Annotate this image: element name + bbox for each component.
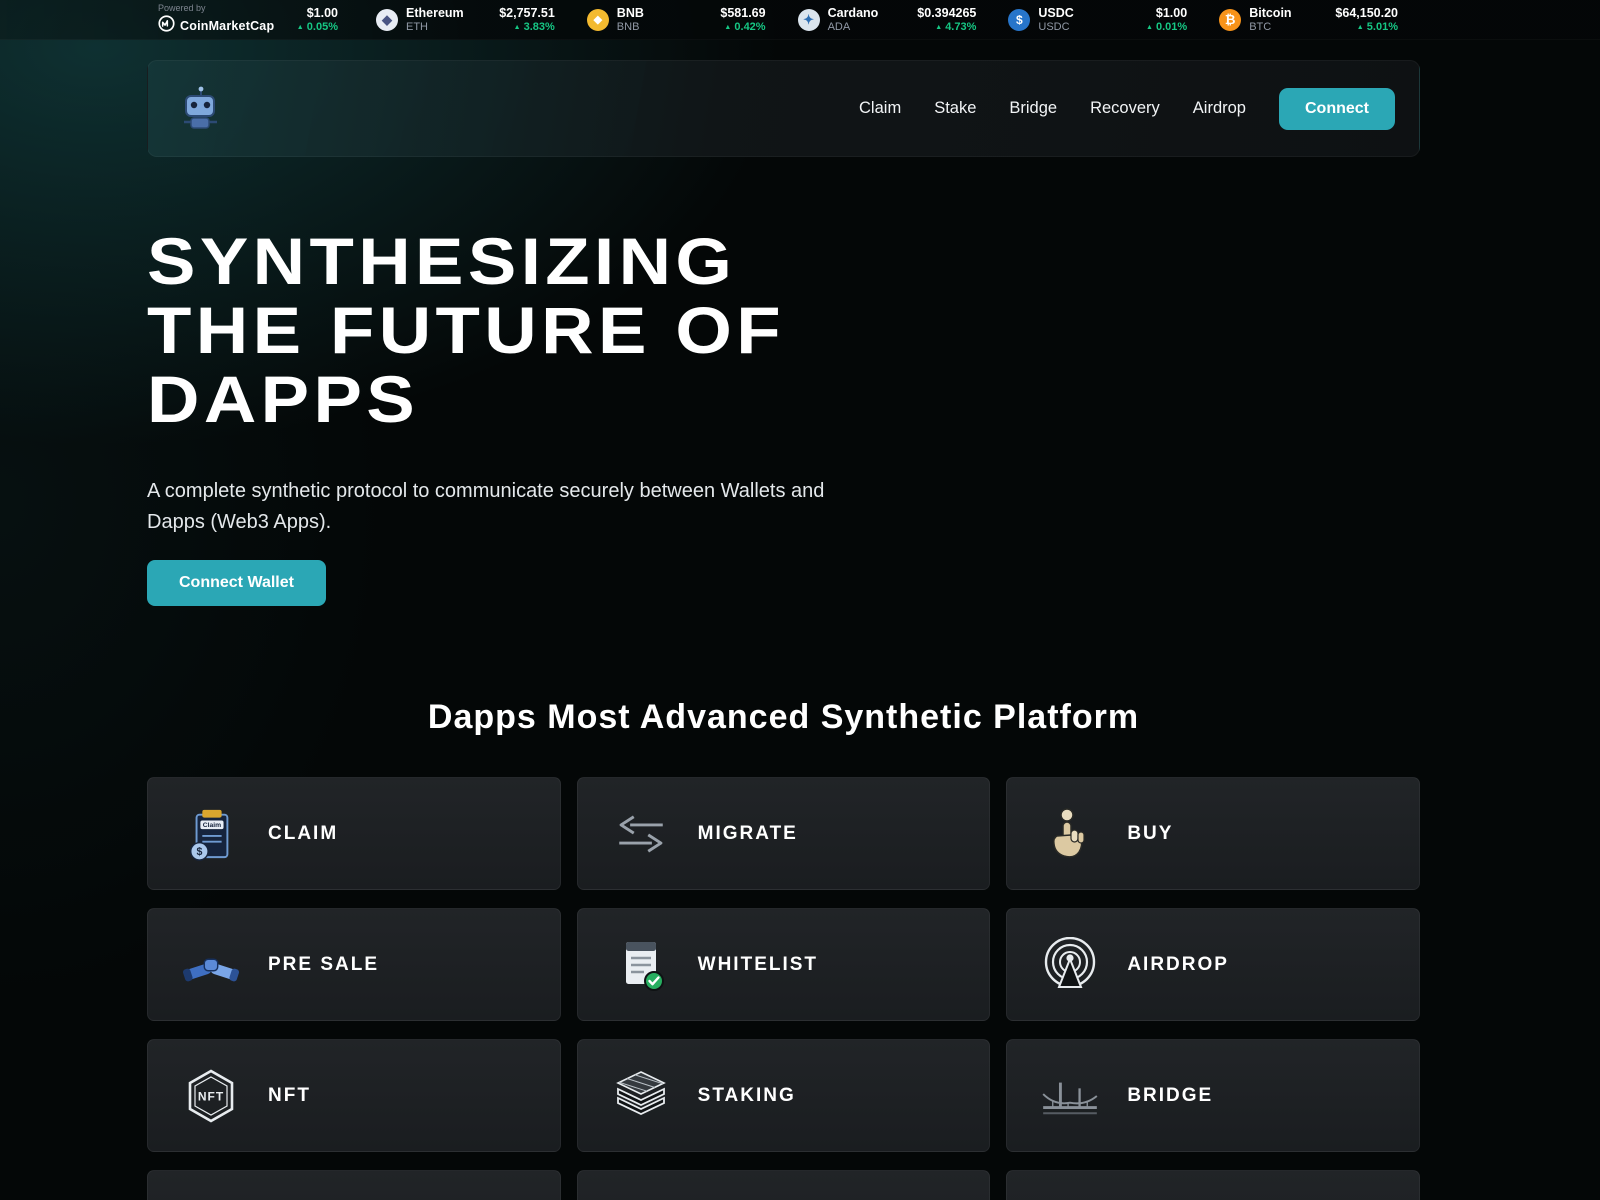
hero-title-line-2: THE FUTURE OF xyxy=(147,296,1547,365)
coin-symbol: BTC xyxy=(1249,21,1291,33)
up-arrow-icon: ▲ xyxy=(297,24,304,31)
platform-card-claim[interactable]: Claim $ CLAIM xyxy=(147,777,561,890)
card-label: NFT xyxy=(268,1085,311,1107)
up-arrow-icon: ▲ xyxy=(1357,24,1364,31)
platform-card-migrate[interactable]: MIGRATE xyxy=(577,777,991,890)
hero-section: SYNTHESIZING THE FUTURE OF DAPPS A compl… xyxy=(147,227,1420,606)
hero-title-line-1: SYNTHESIZING xyxy=(147,227,1547,296)
staking-layers-icon xyxy=(612,1067,670,1125)
coin-name: Cardano xyxy=(828,6,879,20)
card-label: PRE SALE xyxy=(268,954,379,976)
up-arrow-icon: ▲ xyxy=(514,24,521,31)
up-arrow-icon: ▲ xyxy=(935,24,942,31)
connect-button[interactable]: Connect xyxy=(1279,88,1395,130)
coin-change: 0.05% xyxy=(307,21,338,33)
nav-link-recovery[interactable]: Recovery xyxy=(1090,99,1160,118)
platform-card-nft[interactable]: NFT NFT xyxy=(147,1039,561,1152)
ethereum-icon: ◆ xyxy=(376,9,398,31)
up-arrow-icon: ▲ xyxy=(1146,24,1153,31)
nav-link-bridge[interactable]: Bridge xyxy=(1009,99,1057,118)
coin-price: $2,757.51 xyxy=(499,6,555,20)
coin-price: $1.00 xyxy=(1146,6,1187,20)
whitelist-check-document-icon xyxy=(612,936,670,994)
nft-hexagon-icon: NFT xyxy=(182,1067,240,1125)
bnb-icon: ◆ xyxy=(587,9,609,31)
coin-symbol: USDC xyxy=(1038,21,1073,33)
ticker-item-bnb[interactable]: ◆ BNB BNB $581.69 ▲ 0.42% xyxy=(571,0,782,39)
hero-title-line-3: DAPPS xyxy=(147,365,1547,434)
coin-price: $581.69 xyxy=(720,6,765,20)
robot-dapp-logo-icon[interactable] xyxy=(176,84,226,134)
migrate-arrows-icon xyxy=(612,805,670,863)
card-label: STAKING xyxy=(698,1085,796,1107)
nav-link-stake[interactable]: Stake xyxy=(934,99,976,118)
platform-card-staking[interactable]: STAKING xyxy=(577,1039,991,1152)
platform-card-presale[interactable]: PRE SALE xyxy=(147,908,561,1021)
presale-handshake-icon xyxy=(182,936,240,994)
coin-symbol: BNB xyxy=(617,21,644,33)
crypto-ticker-bar: Powered by CoinMarketCap $1.00 ▲ 0.05% ◆… xyxy=(0,0,1600,40)
coin-price: $0.394265 xyxy=(917,6,976,20)
nav-link-airdrop[interactable]: Airdrop xyxy=(1193,99,1246,118)
coin-change: 0.01% xyxy=(1156,21,1187,33)
coinmarketcap-brand: CoinMarketCap xyxy=(180,19,274,33)
svg-text:$: $ xyxy=(196,846,202,858)
coin-name: Ethereum xyxy=(406,6,464,20)
coin-symbol: ETH xyxy=(406,21,464,33)
coin-name: BNB xyxy=(617,6,644,20)
usdc-icon: $ xyxy=(1008,9,1030,31)
hero-subtitle: A complete synthetic protocol to communi… xyxy=(147,476,837,538)
platform-card-partial[interactable] xyxy=(147,1170,561,1200)
ticker-item-usdt[interactable]: $1.00 ▲ 0.05% xyxy=(276,0,360,39)
card-label: AIRDROP xyxy=(1127,954,1229,976)
coin-change: 5.01% xyxy=(1367,21,1398,33)
airdrop-broadcast-icon xyxy=(1041,936,1099,994)
connect-wallet-button[interactable]: Connect Wallet xyxy=(147,560,326,606)
nav-link-claim[interactable]: Claim xyxy=(859,99,901,118)
platform-card-whitelist[interactable]: WHITELIST xyxy=(577,908,991,1021)
up-arrow-icon: ▲ xyxy=(724,24,731,31)
ticker-item-usdc[interactable]: $ USDC USDC $1.00 ▲ 0.01% xyxy=(992,0,1203,39)
ticker-item-cardano[interactable]: ✦ Cardano ADA $0.394265 ▲ 4.73% xyxy=(782,0,993,39)
platform-heading: Dapps Most Advanced Synthetic Platform xyxy=(147,698,1420,737)
coin-price: $64,150.20 xyxy=(1335,6,1398,20)
cardano-icon: ✦ xyxy=(798,9,820,31)
coin-name: USDC xyxy=(1038,6,1073,20)
bitcoin-icon: ₿ xyxy=(1219,9,1241,31)
ticker-item-ethereum[interactable]: ◆ Ethereum ETH $2,757.51 ▲ 3.83% xyxy=(360,0,571,39)
card-label: BUY xyxy=(1127,823,1173,845)
buy-click-hand-icon xyxy=(1041,805,1099,863)
coinmarketcap-icon xyxy=(158,15,175,37)
powered-by-label: Powered by xyxy=(158,3,276,13)
powered-by-block[interactable]: Powered by CoinMarketCap xyxy=(158,0,276,39)
card-label: BRIDGE xyxy=(1127,1085,1213,1107)
main-navbar: Claim Stake Bridge Recovery Airdrop Conn… xyxy=(147,60,1420,157)
bridge-icon xyxy=(1041,1067,1099,1125)
svg-text:Claim: Claim xyxy=(203,822,221,829)
platform-cards-grid: Claim $ CLAIM MIGRATE xyxy=(147,777,1420,1200)
coin-change: 3.83% xyxy=(524,21,555,33)
coin-change: 4.73% xyxy=(945,21,976,33)
card-label: CLAIM xyxy=(268,823,338,845)
platform-card-buy[interactable]: BUY xyxy=(1006,777,1420,890)
claim-invoice-icon: Claim $ xyxy=(182,805,240,863)
coin-name: Bitcoin xyxy=(1249,6,1291,20)
coin-symbol: ADA xyxy=(828,21,879,33)
coin-change: 0.42% xyxy=(734,21,765,33)
card-label: MIGRATE xyxy=(698,823,798,845)
card-label: WHITELIST xyxy=(698,954,818,976)
coin-price: $1.00 xyxy=(297,6,338,20)
platform-card-airdrop[interactable]: AIRDROP xyxy=(1006,908,1420,1021)
platform-card-bridge[interactable]: BRIDGE xyxy=(1006,1039,1420,1152)
platform-card-partial[interactable] xyxy=(1006,1170,1420,1200)
ticker-item-bitcoin[interactable]: ₿ Bitcoin BTC $64,150.20 ▲ 5.01% xyxy=(1203,0,1414,39)
svg-text:NFT: NFT xyxy=(198,1089,224,1103)
platform-card-partial[interactable] xyxy=(577,1170,991,1200)
